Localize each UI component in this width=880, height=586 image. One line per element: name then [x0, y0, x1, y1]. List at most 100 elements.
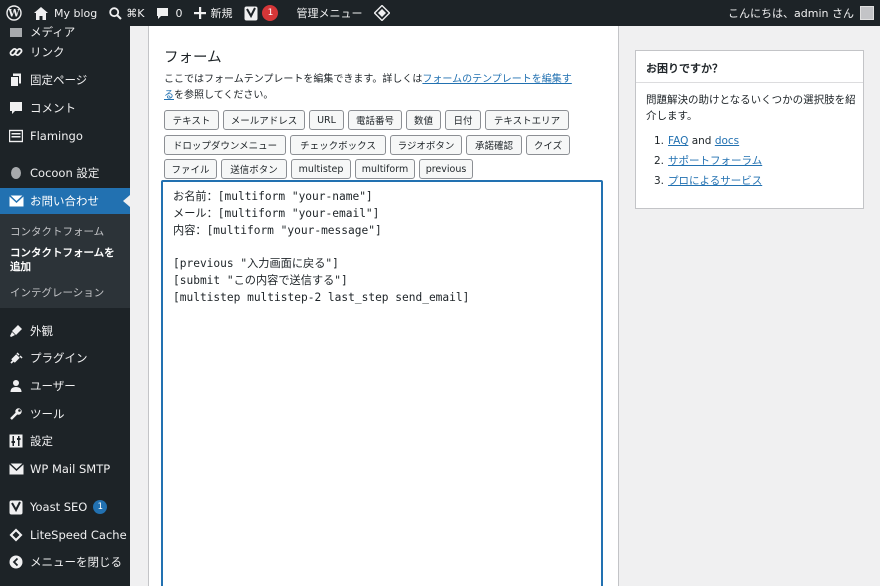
command-search[interactable]: ⌘K	[103, 0, 150, 26]
tag-button-dropdown[interactable]: ドロップダウンメニュー	[164, 135, 286, 155]
tag-button-url[interactable]: URL	[309, 110, 344, 130]
sidebar-item-users[interactable]: ユーザー	[0, 373, 130, 399]
sidebar-item-label: メニューを閉じる	[30, 555, 122, 569]
sidebar-item-label: LiteSpeed Cache	[30, 528, 127, 542]
professional-services-link[interactable]: プロによるサービス	[668, 175, 762, 187]
sidebar-item-tools[interactable]: ツール	[0, 401, 130, 427]
tag-button-submit[interactable]: 送信ボタン	[221, 159, 287, 179]
faq-link[interactable]: FAQ	[668, 135, 688, 147]
tag-button-checkbox[interactable]: チェックボックス	[290, 135, 386, 155]
sidebar-item-pages[interactable]: 固定ページ	[0, 67, 130, 93]
sidebar-item-label: プラグイン	[30, 351, 88, 365]
tag-button-date[interactable]: 日付	[445, 110, 481, 130]
edit-template-help-link[interactable]: フォームのテンプレートを編集す	[422, 74, 571, 85]
plus-icon	[194, 7, 207, 19]
tag-button-quiz[interactable]: クイズ	[526, 135, 570, 155]
form-template-editor[interactable]: お名前：[multiform "your-name"] メール：[multifo…	[161, 180, 603, 586]
form-description-text: ここではフォームテンプレートを編集できます。詳しくは	[164, 74, 423, 85]
search-shortcut: ⌘K	[126, 6, 145, 20]
diamond-icon	[374, 5, 391, 21]
tag-button-previous[interactable]: previous	[419, 159, 473, 179]
tag-button-multiform[interactable]: multiform	[355, 159, 415, 179]
home-icon	[34, 6, 48, 20]
tag-button-text[interactable]: テキスト	[164, 110, 219, 130]
sidebar-item-contact[interactable]: お問い合わせ	[0, 188, 130, 214]
yoast-notification-badge: 1	[262, 5, 279, 21]
sidebar-item-label: ツール	[30, 407, 65, 421]
docs-link[interactable]: docs	[715, 135, 739, 147]
sidebar-item-settings[interactable]: 設定	[0, 428, 130, 454]
sidebar-item-plugins[interactable]: プラグイン	[0, 345, 130, 371]
help-box-description: 問題解決の助けとなるいくつかの選択肢を紹介します。	[646, 94, 856, 122]
sidebar-item-comments[interactable]: コメント	[0, 95, 130, 121]
list-number: 2.	[654, 155, 665, 167]
tag-button-multistep[interactable]: multistep	[291, 159, 351, 179]
and-text: and	[688, 135, 715, 147]
template-line: [submit "この内容で送信する"]	[173, 273, 348, 287]
sidebar-item-label: お問い合わせ	[30, 194, 99, 208]
list-item: 1. FAQ and docs	[646, 133, 762, 153]
wrench-icon	[8, 406, 24, 422]
sidebar-item-flamingo[interactable]: Flamingo	[0, 123, 130, 149]
submenu-add-new[interactable]: コンタクトフォームを 追加	[10, 246, 115, 274]
manage-menu[interactable]: 管理メニュー	[290, 0, 368, 26]
tag-button-radio[interactable]: ラジオボタン	[390, 135, 462, 155]
tag-button-acceptance[interactable]: 承諾確認	[466, 135, 522, 155]
tag-button-email[interactable]: メールアドレス	[223, 110, 305, 130]
svg-text:W: W	[7, 9, 20, 20]
site-name-menu[interactable]: My blog	[28, 0, 103, 26]
yoast-count-badge: 1	[93, 500, 108, 514]
flamingo-icon	[8, 128, 24, 144]
paintbrush-icon	[8, 323, 24, 339]
new-label: 新規	[210, 7, 233, 20]
template-line: 内容：[multiform "your-message"]	[173, 223, 382, 237]
yoast-menu[interactable]: 1	[238, 0, 284, 26]
collapse-menu-button[interactable]: メニューを閉じる	[0, 549, 130, 575]
mail-smtp-icon	[8, 461, 24, 477]
sidebar-item-label: Yoast SEO	[30, 500, 88, 514]
edit-template-help-link-continued[interactable]: る	[164, 90, 174, 101]
yoast-icon	[244, 6, 258, 21]
comments-menu[interactable]: 0	[150, 0, 188, 26]
wordpress-logo-icon[interactable]: W	[0, 0, 28, 26]
sidebar-item-wp-mail-smtp[interactable]: WP Mail SMTP	[0, 456, 130, 482]
my-account-menu[interactable]: こんにちは、admin さん	[728, 0, 874, 26]
litespeed-icon	[8, 527, 24, 543]
sidebar-item-label: WP Mail SMTP	[30, 462, 111, 476]
sidebar-item-label: コメント	[30, 101, 76, 115]
help-box: お困りですか？ 問題解決の助けとなるいくつかの選択肢を紹介します。 1. FAQ …	[635, 50, 864, 209]
submenu-integration[interactable]: インテグレーション	[10, 285, 104, 300]
user-icon	[8, 378, 24, 394]
site-name: My blog	[54, 6, 98, 20]
sidebar-item-links[interactable]: リンク	[0, 39, 130, 65]
sidebar-item-label: 外観	[30, 324, 53, 338]
tag-button-tel[interactable]: 電話番号	[348, 110, 402, 130]
submenu-contact-forms[interactable]: コンタクトフォーム	[10, 224, 104, 239]
sidebar-item-yoast[interactable]: Yoast SEO 1	[0, 494, 130, 520]
sidebar-item-label: 設定	[30, 434, 53, 448]
template-line: お名前：[multiform "your-name"]	[173, 190, 373, 203]
diamond-menu[interactable]	[368, 0, 396, 26]
sidebar-item-label: 固定ページ	[30, 73, 88, 87]
sidebar-item-appearance[interactable]: 外観	[0, 318, 130, 344]
sidebar-item-label: ユーザー	[30, 379, 76, 393]
media-icon	[8, 26, 24, 40]
submenu-add-new-line2: 追加	[10, 261, 31, 273]
tag-button-textarea[interactable]: テキストエリア	[485, 110, 569, 130]
admin-bar: W My blog ⌘K 0 新規 1 管理メニュー こんにちは、admin さ…	[0, 0, 880, 26]
new-content-menu[interactable]: 新規	[188, 0, 238, 26]
form-panel: フォーム ここではフォームテンプレートを編集できます。詳しくはフォームのテンプレ…	[148, 26, 619, 586]
support-forum-link[interactable]: サポートフォーラム	[668, 155, 762, 167]
plug-icon	[8, 350, 24, 366]
sidebar-item-litespeed[interactable]: LiteSpeed Cache	[0, 522, 130, 548]
cocoon-icon	[8, 165, 24, 181]
comments-count: 0	[175, 6, 183, 20]
sidebar-item-cocoon[interactable]: Cocoon 設定	[0, 160, 130, 186]
template-line	[173, 239, 591, 256]
tag-button-number[interactable]: 数値	[406, 110, 441, 130]
link-icon	[8, 44, 24, 60]
form-description: ここではフォームテンプレートを編集できます。詳しくはフォームのテンプレートを編集…	[164, 72, 604, 104]
comment-icon	[8, 100, 24, 116]
admin-sidebar: メディア リンク 固定ページ コメント Flamingo Cocoon 設定 お…	[0, 26, 130, 586]
tag-button-file[interactable]: ファイル	[164, 159, 217, 179]
